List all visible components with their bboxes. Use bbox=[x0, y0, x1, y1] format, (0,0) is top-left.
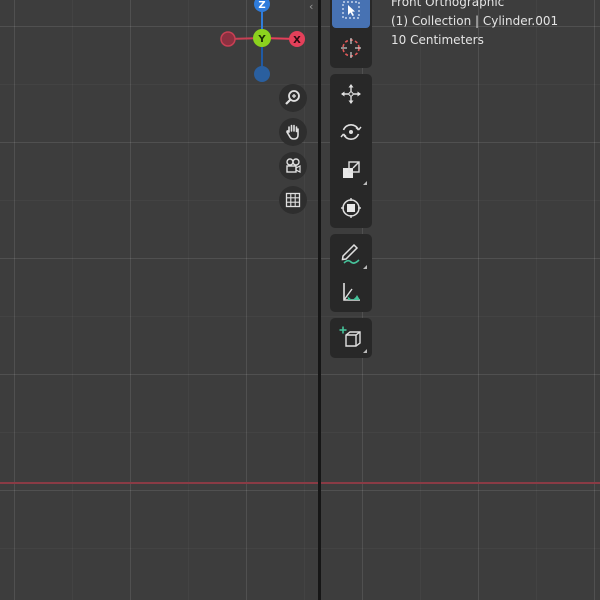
camera-toggle-button[interactable] bbox=[279, 152, 307, 180]
pan-button[interactable] bbox=[279, 118, 307, 146]
ortho-toggle-button[interactable] bbox=[279, 186, 307, 214]
measure-icon bbox=[343, 283, 360, 301]
select-box-tool[interactable] bbox=[332, 0, 370, 28]
tool-group-add bbox=[330, 318, 372, 358]
move-icon bbox=[341, 84, 361, 104]
scale-line: 10 Centimeters bbox=[391, 33, 484, 47]
zoom-icon bbox=[285, 90, 300, 105]
area-divider[interactable] bbox=[318, 0, 321, 600]
collapse-arrow-icon[interactable]: ‹ bbox=[309, 0, 313, 14]
tool-group-transform bbox=[330, 74, 372, 228]
camera-toggle-icon bbox=[286, 158, 301, 173]
cursor-tool[interactable] bbox=[332, 30, 370, 66]
scale-tool[interactable] bbox=[332, 152, 370, 188]
rotate-icon bbox=[340, 124, 362, 140]
annotate-tool[interactable] bbox=[332, 236, 370, 272]
submenu-corner-icon bbox=[363, 265, 367, 269]
x-axis-line bbox=[0, 482, 600, 484]
grid-ortho-icon bbox=[285, 192, 301, 208]
transform-tool[interactable] bbox=[332, 190, 370, 226]
submenu-corner-icon bbox=[363, 181, 367, 185]
rotate-tool[interactable] bbox=[332, 114, 370, 150]
submenu-corner-icon bbox=[363, 349, 367, 353]
view-name: Front Orthographic bbox=[391, 0, 505, 9]
axis-y-label: Y bbox=[257, 34, 266, 45]
scale-icon bbox=[343, 161, 360, 178]
tool-group-annotate bbox=[330, 234, 372, 312]
zoom-button[interactable] bbox=[279, 84, 307, 112]
cursor-icon bbox=[341, 38, 361, 58]
viewport-nav-buttons bbox=[279, 84, 307, 220]
axis-neg-z-handle[interactable] bbox=[254, 66, 270, 82]
viewport-info-overlay: Front Orthographic (1) Collection | Cyli… bbox=[391, 0, 558, 50]
axis-z-label: Z bbox=[258, 0, 265, 11]
add-cube-icon bbox=[339, 326, 361, 347]
collection-line: (1) Collection | Cylinder.001 bbox=[391, 14, 559, 28]
navigation-gizmo[interactable]: Z Y X bbox=[210, 0, 310, 88]
transform-icon bbox=[341, 198, 361, 218]
tool-group-select bbox=[330, 0, 372, 68]
move-tool[interactable] bbox=[332, 76, 370, 112]
tool-shelf bbox=[330, 0, 372, 364]
3d-viewport[interactable]: Z Y X ‹ bbox=[0, 0, 600, 600]
annotate-icon bbox=[341, 243, 360, 264]
measure-tool[interactable] bbox=[332, 274, 370, 310]
add-cube-tool[interactable] bbox=[332, 320, 370, 356]
select-box-icon bbox=[342, 1, 360, 19]
axis-x-label: X bbox=[293, 35, 301, 46]
axis-neg-x-handle[interactable] bbox=[220, 31, 236, 47]
hand-pan-icon bbox=[286, 124, 299, 140]
